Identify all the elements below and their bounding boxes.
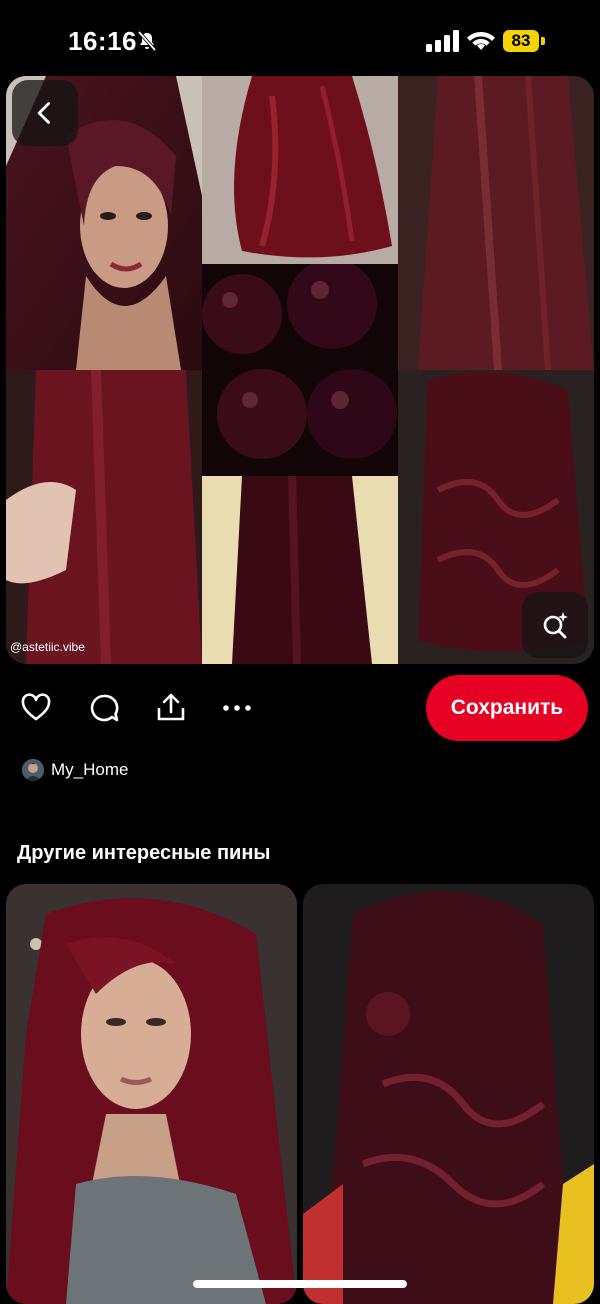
more-pins-title: Другие интересные пины [17, 842, 271, 864]
home-indicator [193, 1280, 407, 1288]
battery-level: 83 [511, 31, 531, 50]
image-watermark: @astetiic.vibe [10, 640, 85, 654]
pin-card[interactable] [303, 884, 594, 1304]
share-icon[interactable] [155, 692, 187, 724]
more-icon[interactable] [221, 692, 253, 724]
back-button[interactable] [12, 80, 78, 146]
pin-author[interactable]: My_Home [22, 758, 128, 782]
battery-icon: 83 [503, 28, 547, 54]
avatar [22, 759, 44, 781]
woman-wavy-burgundy-hair-image [6, 884, 297, 1304]
long-straight-cherry-hair-image [398, 76, 594, 370]
bell-slash-icon [136, 30, 158, 52]
chevron-left-icon [37, 102, 50, 124]
hand-touching-straight-hair-image [6, 370, 202, 664]
heart-icon[interactable] [20, 692, 52, 724]
visual-search-button[interactable] [522, 592, 588, 658]
cellular-signal-icon [426, 30, 460, 52]
status-time: 16:16 [68, 26, 137, 56]
visual-search-icon [543, 612, 568, 639]
comment-icon[interactable] [88, 692, 120, 724]
straight-hair-back-image [202, 476, 398, 664]
status-bar: 16:16 83 [0, 0, 600, 80]
author-name: My_Home [51, 760, 129, 779]
dark-cherries-image [202, 264, 398, 476]
pin-card[interactable] [6, 884, 297, 1304]
save-button[interactable]: Сохранить [426, 675, 588, 741]
pin-collage-image[interactable] [6, 76, 594, 664]
wifi-icon [466, 28, 496, 52]
burgundy-hair-back-wavy-image [202, 76, 398, 264]
burgundy-half-up-knot-hair-image [303, 884, 594, 1304]
